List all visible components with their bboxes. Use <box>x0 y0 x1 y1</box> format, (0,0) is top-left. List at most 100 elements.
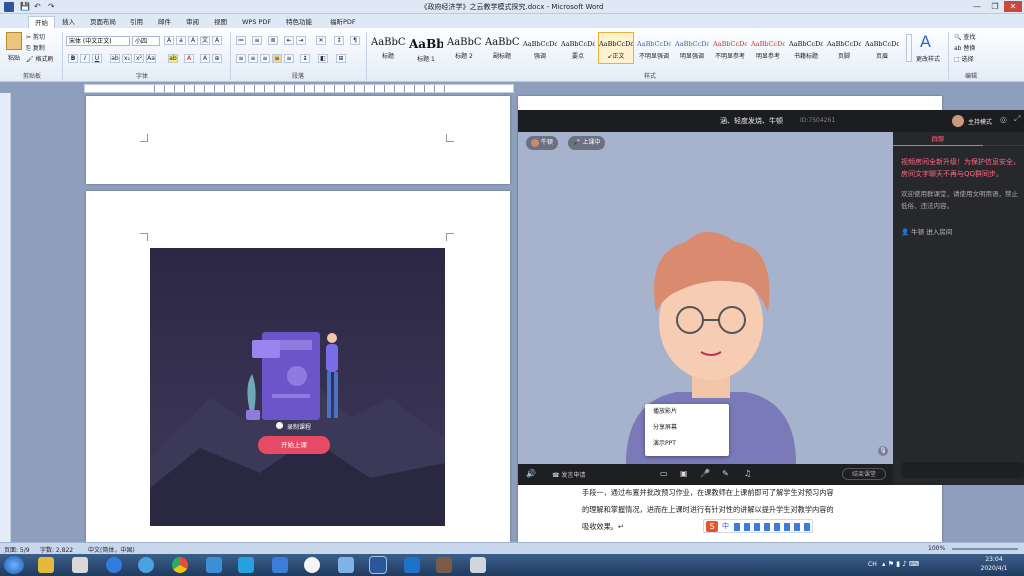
chrome-icon[interactable] <box>172 557 188 573</box>
grow-font-button[interactable]: A <box>164 36 174 45</box>
style-item[interactable]: AaBbCcDd 强调 <box>522 32 558 64</box>
borders-button[interactable]: ⊞ <box>336 54 346 63</box>
tab-features[interactable]: 特色功能 <box>280 16 318 28</box>
align-center-button[interactable]: ≡ <box>248 54 258 63</box>
edit-icon[interactable]: ✎ <box>722 469 729 478</box>
apply-speak-button[interactable]: ☎ 发言申请 <box>552 470 585 479</box>
app-icon[interactable] <box>238 557 254 573</box>
photo-icon[interactable] <box>436 557 452 573</box>
close-button[interactable]: ✕ <box>1004 1 1022 12</box>
explorer-icon[interactable] <box>38 557 54 573</box>
paste-button[interactable]: 粘贴 <box>8 53 20 62</box>
multilevel-list-button[interactable]: ≣ <box>268 36 278 45</box>
format-painter-button[interactable]: 🖌 格式刷 <box>26 54 54 63</box>
style-item[interactable]: AaBbC 标题 2 <box>446 32 482 64</box>
menu-item-share-screen[interactable]: 分享屏幕 <box>645 420 729 436</box>
align-right-button[interactable]: ≡ <box>260 54 270 63</box>
char-shading-button[interactable]: A <box>200 54 210 63</box>
font-name-select[interactable]: 宋体 (中文正文) <box>66 36 130 46</box>
tab-insert[interactable]: 插入 <box>56 16 81 28</box>
style-item[interactable]: AaBbCcDdE 页脚 <box>826 32 862 64</box>
word-taskbar-icon[interactable] <box>369 556 387 574</box>
page-count[interactable]: 页面: 5/9 <box>4 545 30 554</box>
clear-format-button[interactable]: A <box>188 36 198 45</box>
horizontal-ruler[interactable] <box>84 84 514 93</box>
qq-icon[interactable] <box>304 557 320 573</box>
chat-input[interactable] <box>901 462 1024 478</box>
char-border-button[interactable]: A <box>212 36 222 45</box>
wps-icon[interactable] <box>404 557 420 573</box>
strikethrough-button[interactable]: ab <box>110 54 120 63</box>
style-item[interactable]: AaBbCcDd ↙正文 <box>598 32 634 64</box>
style-item[interactable]: AaBb 标题 1 <box>408 32 444 64</box>
microphone-icon[interactable]: 🎤 <box>700 469 710 478</box>
word-count[interactable]: 字数: 2,822 <box>40 545 73 554</box>
style-item[interactable]: AaBbCcDd 不明显强调 <box>636 32 672 64</box>
tab-group-chat[interactable]: 群聊 <box>893 132 983 146</box>
language-status[interactable]: 中文(简体，中国) <box>88 545 135 554</box>
k-app-icon[interactable] <box>106 557 122 573</box>
bold-button[interactable]: B <box>68 54 78 63</box>
style-item[interactable]: AaBbCcDd 明显参考 <box>750 32 786 64</box>
zoom-slider[interactable] <box>952 548 1018 550</box>
start-class-button[interactable]: 开始上课 <box>258 436 330 454</box>
sogou-icon[interactable]: S <box>706 521 718 532</box>
menu-item-play-video[interactable]: 播放影片 <box>645 404 729 420</box>
change-styles-icon[interactable]: A <box>920 32 931 51</box>
underline-button[interactable]: U <box>92 54 102 63</box>
ime-tool-icons[interactable] <box>734 523 810 531</box>
menu-item-present-ppt[interactable]: 演示PPT <box>645 436 729 452</box>
tab-foxit-pdf[interactable]: 福昕PDF <box>324 16 362 28</box>
start-button[interactable] <box>4 556 24 574</box>
clock-time[interactable]: 23:04 <box>972 556 1016 563</box>
settings-icon[interactable]: ◎ <box>1000 115 1007 124</box>
media-icon[interactable] <box>72 557 88 573</box>
ime-toolbar[interactable]: S 中 <box>703 519 813 533</box>
mic-icon[interactable]: 🎙 <box>878 446 888 456</box>
phonetic-button[interactable]: 文 <box>200 36 210 45</box>
page-previous[interactable] <box>86 96 510 184</box>
change-styles-button[interactable]: 更改样式 <box>916 54 940 63</box>
tab-layout[interactable]: 页面布局 <box>84 16 122 28</box>
chinese-layout-button[interactable]: ✕ <box>316 36 326 45</box>
cut-button[interactable]: ✂ 剪切 <box>26 32 45 41</box>
screen-share-icon[interactable]: ▣ <box>680 469 688 478</box>
style-item[interactable]: AaBbCcDd 要点 <box>560 32 596 64</box>
embedded-illustration[interactable]: 录制课程 开始上课 <box>150 248 445 526</box>
copy-button[interactable]: ⎘ 复制 <box>26 43 45 53</box>
subscript-button[interactable]: x₂ <box>122 54 132 63</box>
record-radio[interactable] <box>276 422 283 429</box>
align-left-button[interactable]: ≡ <box>236 54 246 63</box>
select-button[interactable]: ⬚ 选择 <box>954 54 974 63</box>
sort-button[interactable]: ↕ <box>334 36 344 45</box>
tab-references[interactable]: 引用 <box>124 16 149 28</box>
highlight-button[interactable]: ab <box>168 54 178 63</box>
restore-button[interactable]: ❐ <box>986 1 1004 12</box>
tab-review[interactable]: 审阅 <box>180 16 205 28</box>
lang-indicator[interactable]: CH <box>868 561 877 568</box>
change-case-button[interactable]: Aa <box>146 54 156 63</box>
numbering-button[interactable]: ≡ <box>252 36 262 45</box>
replace-button[interactable]: ab 替换 <box>954 43 975 52</box>
increase-indent-button[interactable]: ⇥ <box>296 36 306 45</box>
enclose-char-button[interactable]: ⊕ <box>212 54 222 63</box>
show-marks-button[interactable]: ¶ <box>350 36 360 45</box>
style-item[interactable]: AaBbC 标题 <box>370 32 406 64</box>
music-icon[interactable]: ♫ <box>744 469 751 478</box>
font-size-select[interactable]: 小四 <box>132 36 160 46</box>
bullets-button[interactable]: ≔ <box>236 36 246 45</box>
paste-icon[interactable] <box>6 32 22 50</box>
end-class-button[interactable]: 结束课堂 <box>842 468 886 480</box>
font-color-button[interactable]: A <box>184 54 194 63</box>
minimize-button[interactable]: — <box>968 1 986 12</box>
style-item[interactable]: AaBbCcDd 书籍标题 <box>788 32 824 64</box>
styles-scroll[interactable] <box>906 34 912 62</box>
ime-mode-label[interactable]: 中 <box>722 521 729 531</box>
browser-icon[interactable] <box>138 557 154 573</box>
style-item[interactable]: AaBbCcDd 明显强调 <box>674 32 710 64</box>
camera-icon[interactable]: ▭ <box>660 469 668 478</box>
find-button[interactable]: 🔍 查找 <box>954 32 975 41</box>
tab-view[interactable]: 视图 <box>208 16 233 28</box>
shrink-font-button[interactable]: a <box>176 36 186 45</box>
justify-button[interactable]: ≡ <box>272 54 282 63</box>
